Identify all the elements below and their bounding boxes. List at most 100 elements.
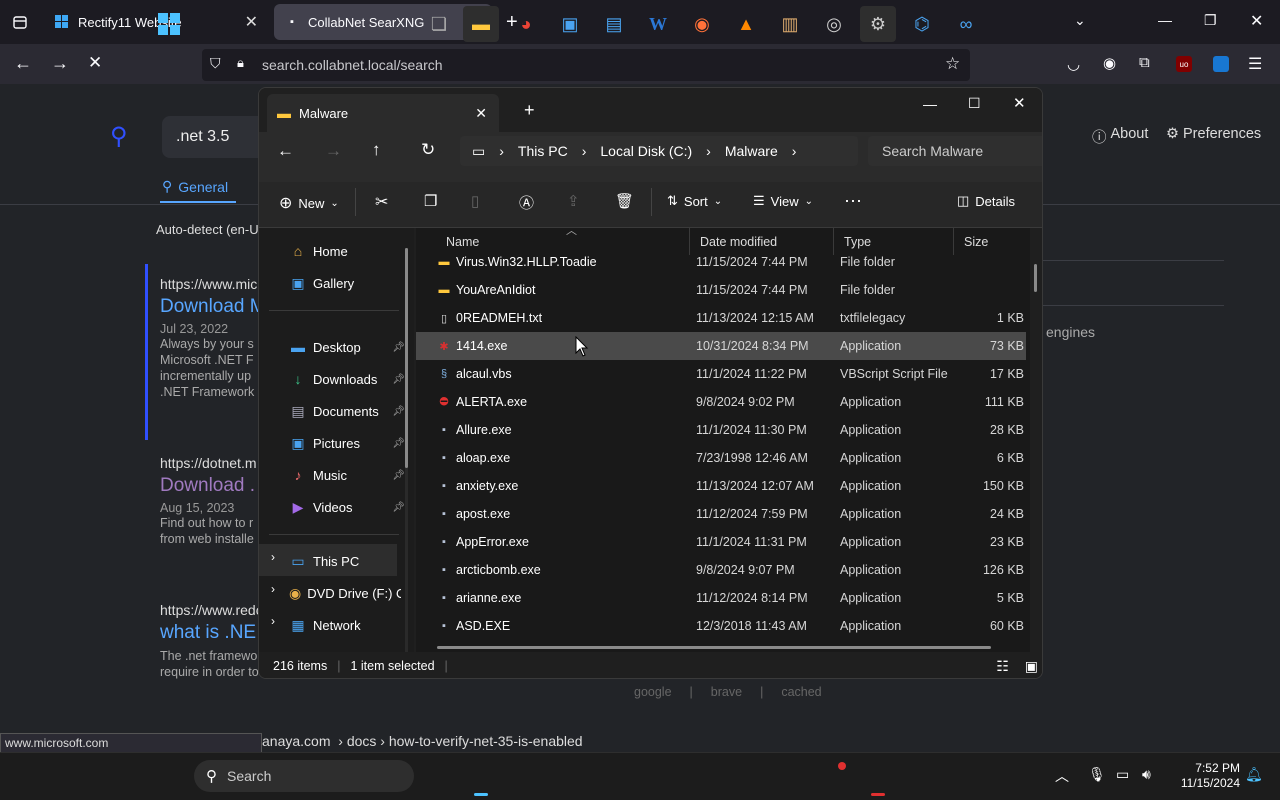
- copy-icon[interactable]: ❐: [424, 192, 437, 210]
- word-icon[interactable]: W: [640, 6, 676, 42]
- file-row[interactable]: ▯ 0READMEH.txt 11/13/2024 12:15 AM txtfilel…: [416, 304, 1026, 332]
- task-view-icon[interactable]: ❏: [421, 6, 457, 42]
- chevron-right-icon[interactable]: ›: [706, 143, 711, 159]
- close-tab-icon[interactable]: ✕: [475, 105, 487, 122]
- nav-dvd-drive[interactable]: ◉ DVD Drive (F:) O: [289, 580, 401, 606]
- refresh-icon[interactable]: ↻: [421, 140, 435, 160]
- ublock-icon[interactable]: uo: [1176, 56, 1192, 72]
- file-row[interactable]: ▪ anxiety.exe 11/13/2024 12:07 AM Applicati…: [416, 472, 1026, 500]
- details-button[interactable]: ◫ Details: [957, 193, 1015, 209]
- tab-list-icon[interactable]: [10, 12, 30, 32]
- pin-icon[interactable]: 📌︎: [392, 502, 405, 513]
- about-link[interactable]: ⓘ About: [1092, 126, 1148, 147]
- pin-icon[interactable]: 📌︎: [392, 406, 405, 417]
- file-row[interactable]: ▪ arcticbomb.exe 9/8/2024 9:07 PM Applicati…: [416, 556, 1026, 584]
- nav-music[interactable]: ♪ Music 📌︎: [289, 462, 406, 488]
- horizontal-scrollbar-thumb[interactable]: [437, 646, 991, 649]
- nav-desktop[interactable]: ▬ Desktop 📌︎: [289, 334, 405, 360]
- pin-icon[interactable]: 📌︎: [392, 374, 405, 385]
- url-bar[interactable]: search.collabnet.local/search: [202, 49, 970, 81]
- file-row[interactable]: ▬ Virus.Win32.HLLP.Toadie 11/15/2024 7:44 …: [416, 248, 1026, 276]
- file-row[interactable]: § alcaul.vbs 11/1/2024 11:22 PM VBScript Sc…: [416, 360, 1026, 388]
- chevron-right-icon[interactable]: ›: [792, 143, 797, 159]
- searx-query-input[interactable]: .net 3.5: [162, 116, 258, 158]
- shield-icon[interactable]: ⛉: [210, 55, 221, 72]
- back-icon[interactable]: ←: [14, 53, 32, 74]
- start-button[interactable]: [151, 6, 187, 42]
- nav-network[interactable]: ▦ Network: [289, 612, 405, 638]
- close-window-icon[interactable]: ✕: [1013, 94, 1026, 112]
- settings-icon[interactable]: ⚙: [860, 6, 896, 42]
- browser-tab-searxng[interactable]: ▪ CollabNet SearXNG ✕: [274, 4, 492, 40]
- pin-icon[interactable]: 📌︎: [392, 342, 405, 353]
- chrome-icon[interactable]: ◕: [508, 6, 544, 42]
- file-row[interactable]: ▪ ASD.EXE 12/3/2018 11:43 AM Application 60 …: [416, 612, 1026, 640]
- vlc-icon[interactable]: ▲: [728, 6, 764, 42]
- nav-this-pc[interactable]: ▭ This PC: [289, 548, 405, 574]
- bookmark-star-icon[interactable]: ☆: [945, 54, 960, 74]
- explorer-tab-malware[interactable]: ▬ Malware ✕: [267, 94, 499, 132]
- sort-button[interactable]: ⇅ Sort ⌄: [667, 193, 722, 209]
- minimize-icon[interactable]: —: [1158, 12, 1172, 28]
- archive-icon[interactable]: ▥: [772, 6, 808, 42]
- maximize-icon[interactable]: ☐: [968, 95, 981, 112]
- result-url[interactable]: https://www.micr: [160, 276, 262, 292]
- nav-home[interactable]: ⌂ Home: [289, 238, 405, 264]
- minimize-icon[interactable]: —: [923, 96, 937, 112]
- preferences-link[interactable]: ⚙ Preferences: [1166, 126, 1261, 142]
- forward-icon[interactable]: →: [51, 53, 69, 74]
- pin-icon[interactable]: 📌︎: [392, 470, 405, 481]
- taskbar-search[interactable]: ⚲ Search: [194, 760, 414, 792]
- expand-chevron-icon[interactable]: ›: [271, 582, 275, 596]
- close-window-icon[interactable]: ✕: [1250, 11, 1263, 31]
- chevron-right-icon[interactable]: ›: [582, 143, 587, 159]
- file-row[interactable]: ▪ apost.exe 11/12/2024 7:59 PM Application 2…: [416, 500, 1026, 528]
- expand-chevron-icon[interactable]: ›: [271, 550, 275, 564]
- result-title[interactable]: Download .: [160, 475, 258, 497]
- pin-icon[interactable]: 📌︎: [392, 438, 405, 449]
- link-google[interactable]: google: [634, 685, 672, 699]
- file-row[interactable]: ▪ Allure.exe 11/1/2024 11:30 PM Application…: [416, 416, 1026, 444]
- view-button[interactable]: ☰ View ⌄: [753, 193, 813, 209]
- result-url[interactable]: https://dotnet.m: [160, 455, 258, 471]
- file-row[interactable]: ▪ aloap.exe 7/23/1998 12:46 AM Application 6…: [416, 444, 1026, 472]
- up-icon[interactable]: ↑: [372, 140, 381, 160]
- searx-search-icon[interactable]: ⚲: [110, 122, 128, 151]
- microphone-icon[interactable]: 🎙︎: [1088, 766, 1106, 783]
- notification-bell-icon[interactable]: 🔔︎: [1245, 766, 1263, 783]
- nav-scrollbar-thumb[interactable]: [405, 248, 408, 468]
- link-brave[interactable]: brave: [711, 685, 742, 699]
- expand-chevron-icon[interactable]: ›: [271, 614, 275, 628]
- extensions-icon[interactable]: ⧉: [1139, 54, 1150, 71]
- chevron-right-icon[interactable]: ›: [499, 143, 504, 159]
- back-icon[interactable]: ←: [277, 141, 294, 161]
- infinity-icon[interactable]: ∞: [948, 6, 984, 42]
- breadcrumb[interactable]: ▭ › This PC › Local Disk (C:) › Malware …: [460, 136, 858, 166]
- language-autodetect[interactable]: Auto-detect (en-U: [156, 222, 259, 237]
- file-row[interactable]: ✱ 1414.exe 10/31/2024 8:34 PM Application 73…: [416, 332, 1026, 360]
- firefox-icon[interactable]: ◉: [684, 6, 720, 42]
- pocket-icon[interactable]: ◡: [1067, 55, 1080, 73]
- extension-blue-icon[interactable]: [1213, 56, 1229, 72]
- tab-general[interactable]: ⚲ General: [162, 178, 228, 195]
- file-scrollbar-thumb[interactable]: [1034, 264, 1037, 292]
- network-status-icon[interactable]: ▭: [1116, 766, 1129, 783]
- restore-icon[interactable]: ❐: [1204, 12, 1217, 29]
- account-icon[interactable]: ◉: [1103, 54, 1116, 72]
- network-tool-icon[interactable]: ⌬: [904, 6, 940, 42]
- file-row[interactable]: ▬ YouAreAnIdiot 11/15/2024 7:44 PM File fol…: [416, 276, 1026, 304]
- nav-gallery[interactable]: ▣ Gallery: [289, 270, 405, 296]
- nav-videos[interactable]: ▶ Videos 📌︎: [289, 494, 405, 520]
- tiles-view-icon[interactable]: ▣: [1025, 658, 1038, 675]
- volume-icon[interactable]: 🔊︎: [1142, 766, 1151, 783]
- breadcrumb-local-disk[interactable]: Local Disk (C:): [600, 143, 692, 159]
- photos-icon[interactable]: ▤: [596, 6, 632, 42]
- file-row[interactable]: ▪ AppError.exe 11/1/2024 11:31 PM Applicati…: [416, 528, 1026, 556]
- app-icon[interactable]: ▣: [552, 6, 588, 42]
- details-view-icon[interactable]: ☷: [996, 658, 1009, 675]
- cut-icon[interactable]: ✂: [375, 192, 388, 212]
- link-cached[interactable]: cached: [781, 685, 821, 699]
- nav-pictures[interactable]: ▣ Pictures 📌︎: [289, 430, 405, 456]
- menu-icon[interactable]: ☰: [1248, 54, 1262, 74]
- tray-overflow-icon[interactable]: ︿: [1055, 766, 1069, 786]
